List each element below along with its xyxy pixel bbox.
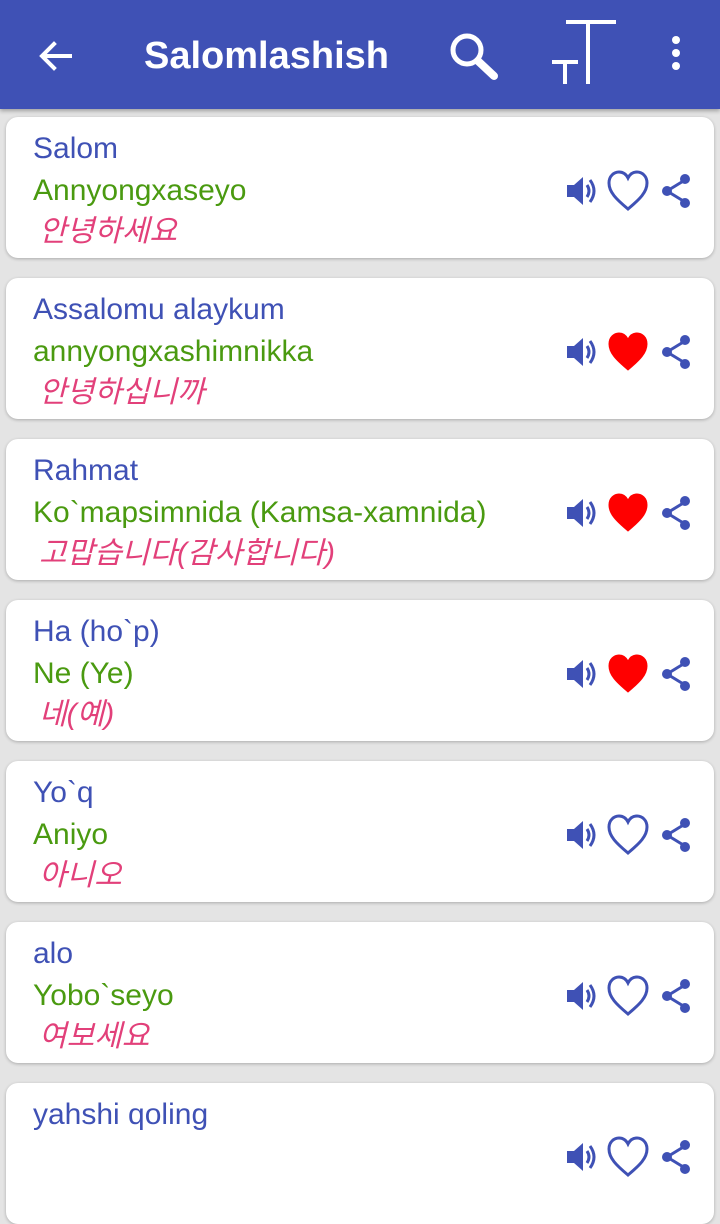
- heart-filled-icon[interactable]: [606, 330, 650, 374]
- speaker-icon[interactable]: [564, 817, 600, 853]
- transliteration-text: Aniyo: [33, 818, 109, 851]
- app-bar: Salomlashish: [0, 0, 720, 109]
- uzbek-text: Salom: [33, 132, 119, 165]
- text-size-icon[interactable]: [548, 18, 620, 90]
- share-icon[interactable]: [658, 173, 694, 209]
- uzbek-text: alo: [33, 937, 74, 970]
- phrase-actions: [558, 1135, 698, 1179]
- speaker-icon[interactable]: [564, 978, 600, 1014]
- phrase-actions: [558, 974, 698, 1018]
- transliteration-text: annyongxashimnikka: [33, 335, 314, 368]
- heart-outline-icon[interactable]: [606, 813, 650, 857]
- uzbek-text: Ha (ho`p): [33, 615, 160, 648]
- phrase-card[interactable]: Ha (ho`p) Ne (Ye) 네(예): [6, 600, 714, 741]
- uzbek-text: Yo`q: [33, 776, 94, 809]
- phrase-actions: [558, 330, 698, 374]
- page-title: Salomlashish: [144, 35, 389, 77]
- speaker-icon[interactable]: [564, 1139, 600, 1175]
- phrase-card[interactable]: Salom Annyongxaseyo 안녕하세요: [6, 117, 714, 258]
- phrase-card[interactable]: Yo`q Aniyo 아니오: [6, 761, 714, 902]
- korean-text: 안녕하십니까: [39, 376, 205, 409]
- korean-text: 안녕하세요: [39, 215, 177, 248]
- speaker-icon[interactable]: [564, 173, 600, 209]
- uzbek-text: yahshi qoling: [33, 1098, 209, 1131]
- phrase-card[interactable]: yahshi qoling: [6, 1083, 714, 1224]
- phrase-actions: [558, 491, 698, 535]
- share-icon[interactable]: [658, 1139, 694, 1175]
- share-icon[interactable]: [658, 978, 694, 1014]
- phrase-actions: [558, 169, 698, 213]
- share-icon[interactable]: [658, 495, 694, 531]
- transliteration-text: Annyongxaseyo: [33, 174, 247, 207]
- uzbek-text: Rahmat: [33, 454, 139, 487]
- heart-outline-icon[interactable]: [606, 1135, 650, 1179]
- transliteration-text: Ne (Ye): [33, 657, 134, 690]
- share-icon[interactable]: [658, 817, 694, 853]
- heart-outline-icon[interactable]: [606, 169, 650, 213]
- korean-text: 여보세요: [39, 1020, 150, 1053]
- heart-filled-icon[interactable]: [606, 491, 650, 535]
- korean-text: 아니오: [39, 859, 122, 892]
- phrase-card[interactable]: alo Yobo`seyo 여보세요: [6, 922, 714, 1063]
- transliteration-text: Yobo`seyo: [33, 979, 174, 1012]
- arrow-back-icon[interactable]: [36, 36, 76, 76]
- share-icon[interactable]: [658, 656, 694, 692]
- phrase-actions: [558, 652, 698, 696]
- speaker-icon[interactable]: [564, 495, 600, 531]
- heart-outline-icon[interactable]: [606, 974, 650, 1018]
- search-icon[interactable]: [446, 30, 502, 82]
- korean-text: 네(예): [39, 698, 115, 731]
- korean-text: 고맙습니다(감사합니다): [39, 537, 335, 570]
- transliteration-text: Ko`mapsimnida (Kamsa-xamnida): [33, 496, 487, 529]
- share-icon[interactable]: [658, 334, 694, 370]
- speaker-icon[interactable]: [564, 334, 600, 370]
- uzbek-text: Assalomu alaykum: [33, 293, 285, 326]
- heart-filled-icon[interactable]: [606, 652, 650, 696]
- phrase-card[interactable]: Rahmat Ko`mapsimnida (Kamsa-xamnida) 고맙습…: [6, 439, 714, 580]
- more-vert-icon[interactable]: [664, 34, 688, 74]
- speaker-icon[interactable]: [564, 656, 600, 692]
- phrase-actions: [558, 813, 698, 857]
- phrase-card[interactable]: Assalomu alaykum annyongxashimnikka 안녕하십…: [6, 278, 714, 419]
